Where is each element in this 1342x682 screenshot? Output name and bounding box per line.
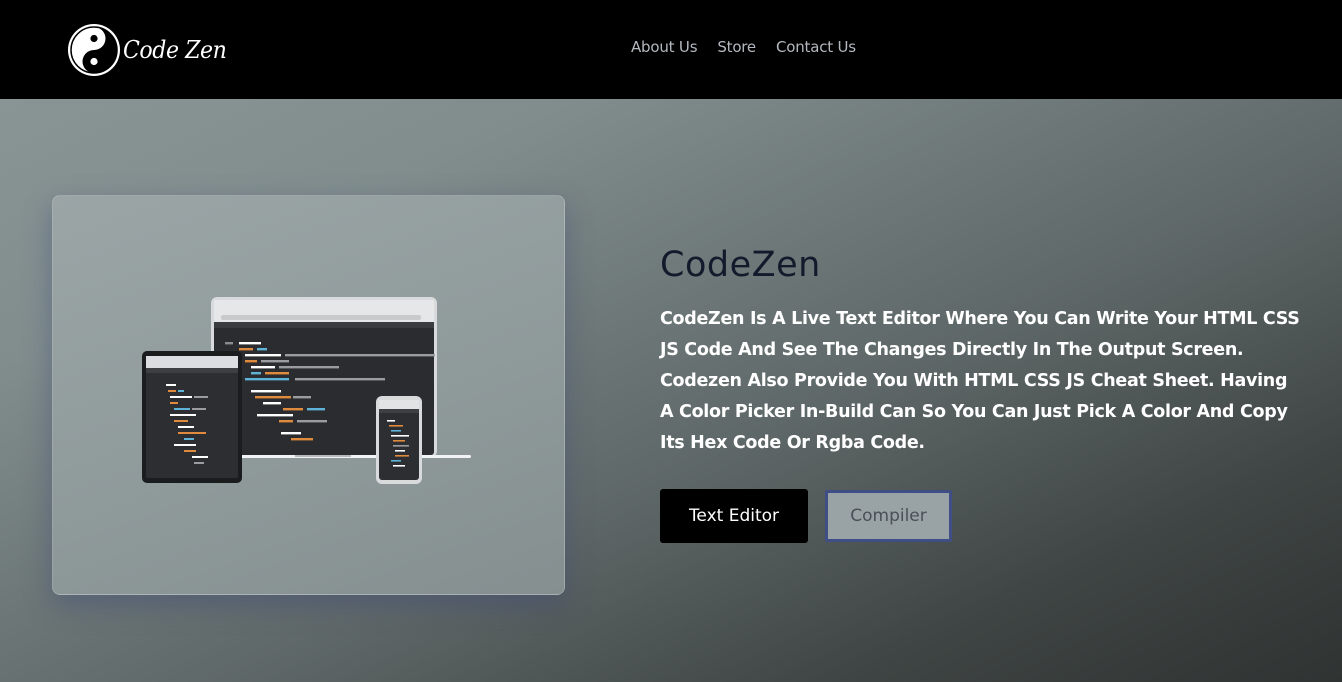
logo-text: Code Zen: [123, 36, 227, 64]
yin-yang-icon: [68, 24, 120, 76]
hero-description: CodeZen Is A Live Text Editor Where You …: [660, 309, 1300, 453]
devices-code-illustration: [142, 297, 471, 484]
nav-links: About Us Store Contact Us: [631, 38, 856, 56]
nav-store[interactable]: Store: [717, 38, 756, 56]
logo[interactable]: Code Zen: [67, 23, 235, 77]
hero-image-card: [52, 195, 565, 595]
tablet-icon: [142, 351, 242, 483]
nav-contact-us[interactable]: Contact Us: [776, 38, 856, 56]
compiler-button[interactable]: Compiler: [825, 490, 952, 542]
navbar: Code Zen About Us Store Contact Us: [0, 0, 1342, 99]
text-editor-button[interactable]: Text Editor: [660, 489, 808, 543]
phone-icon: [376, 396, 422, 484]
page-title: CodeZen: [660, 245, 821, 285]
nav-about-us[interactable]: About Us: [631, 38, 698, 56]
